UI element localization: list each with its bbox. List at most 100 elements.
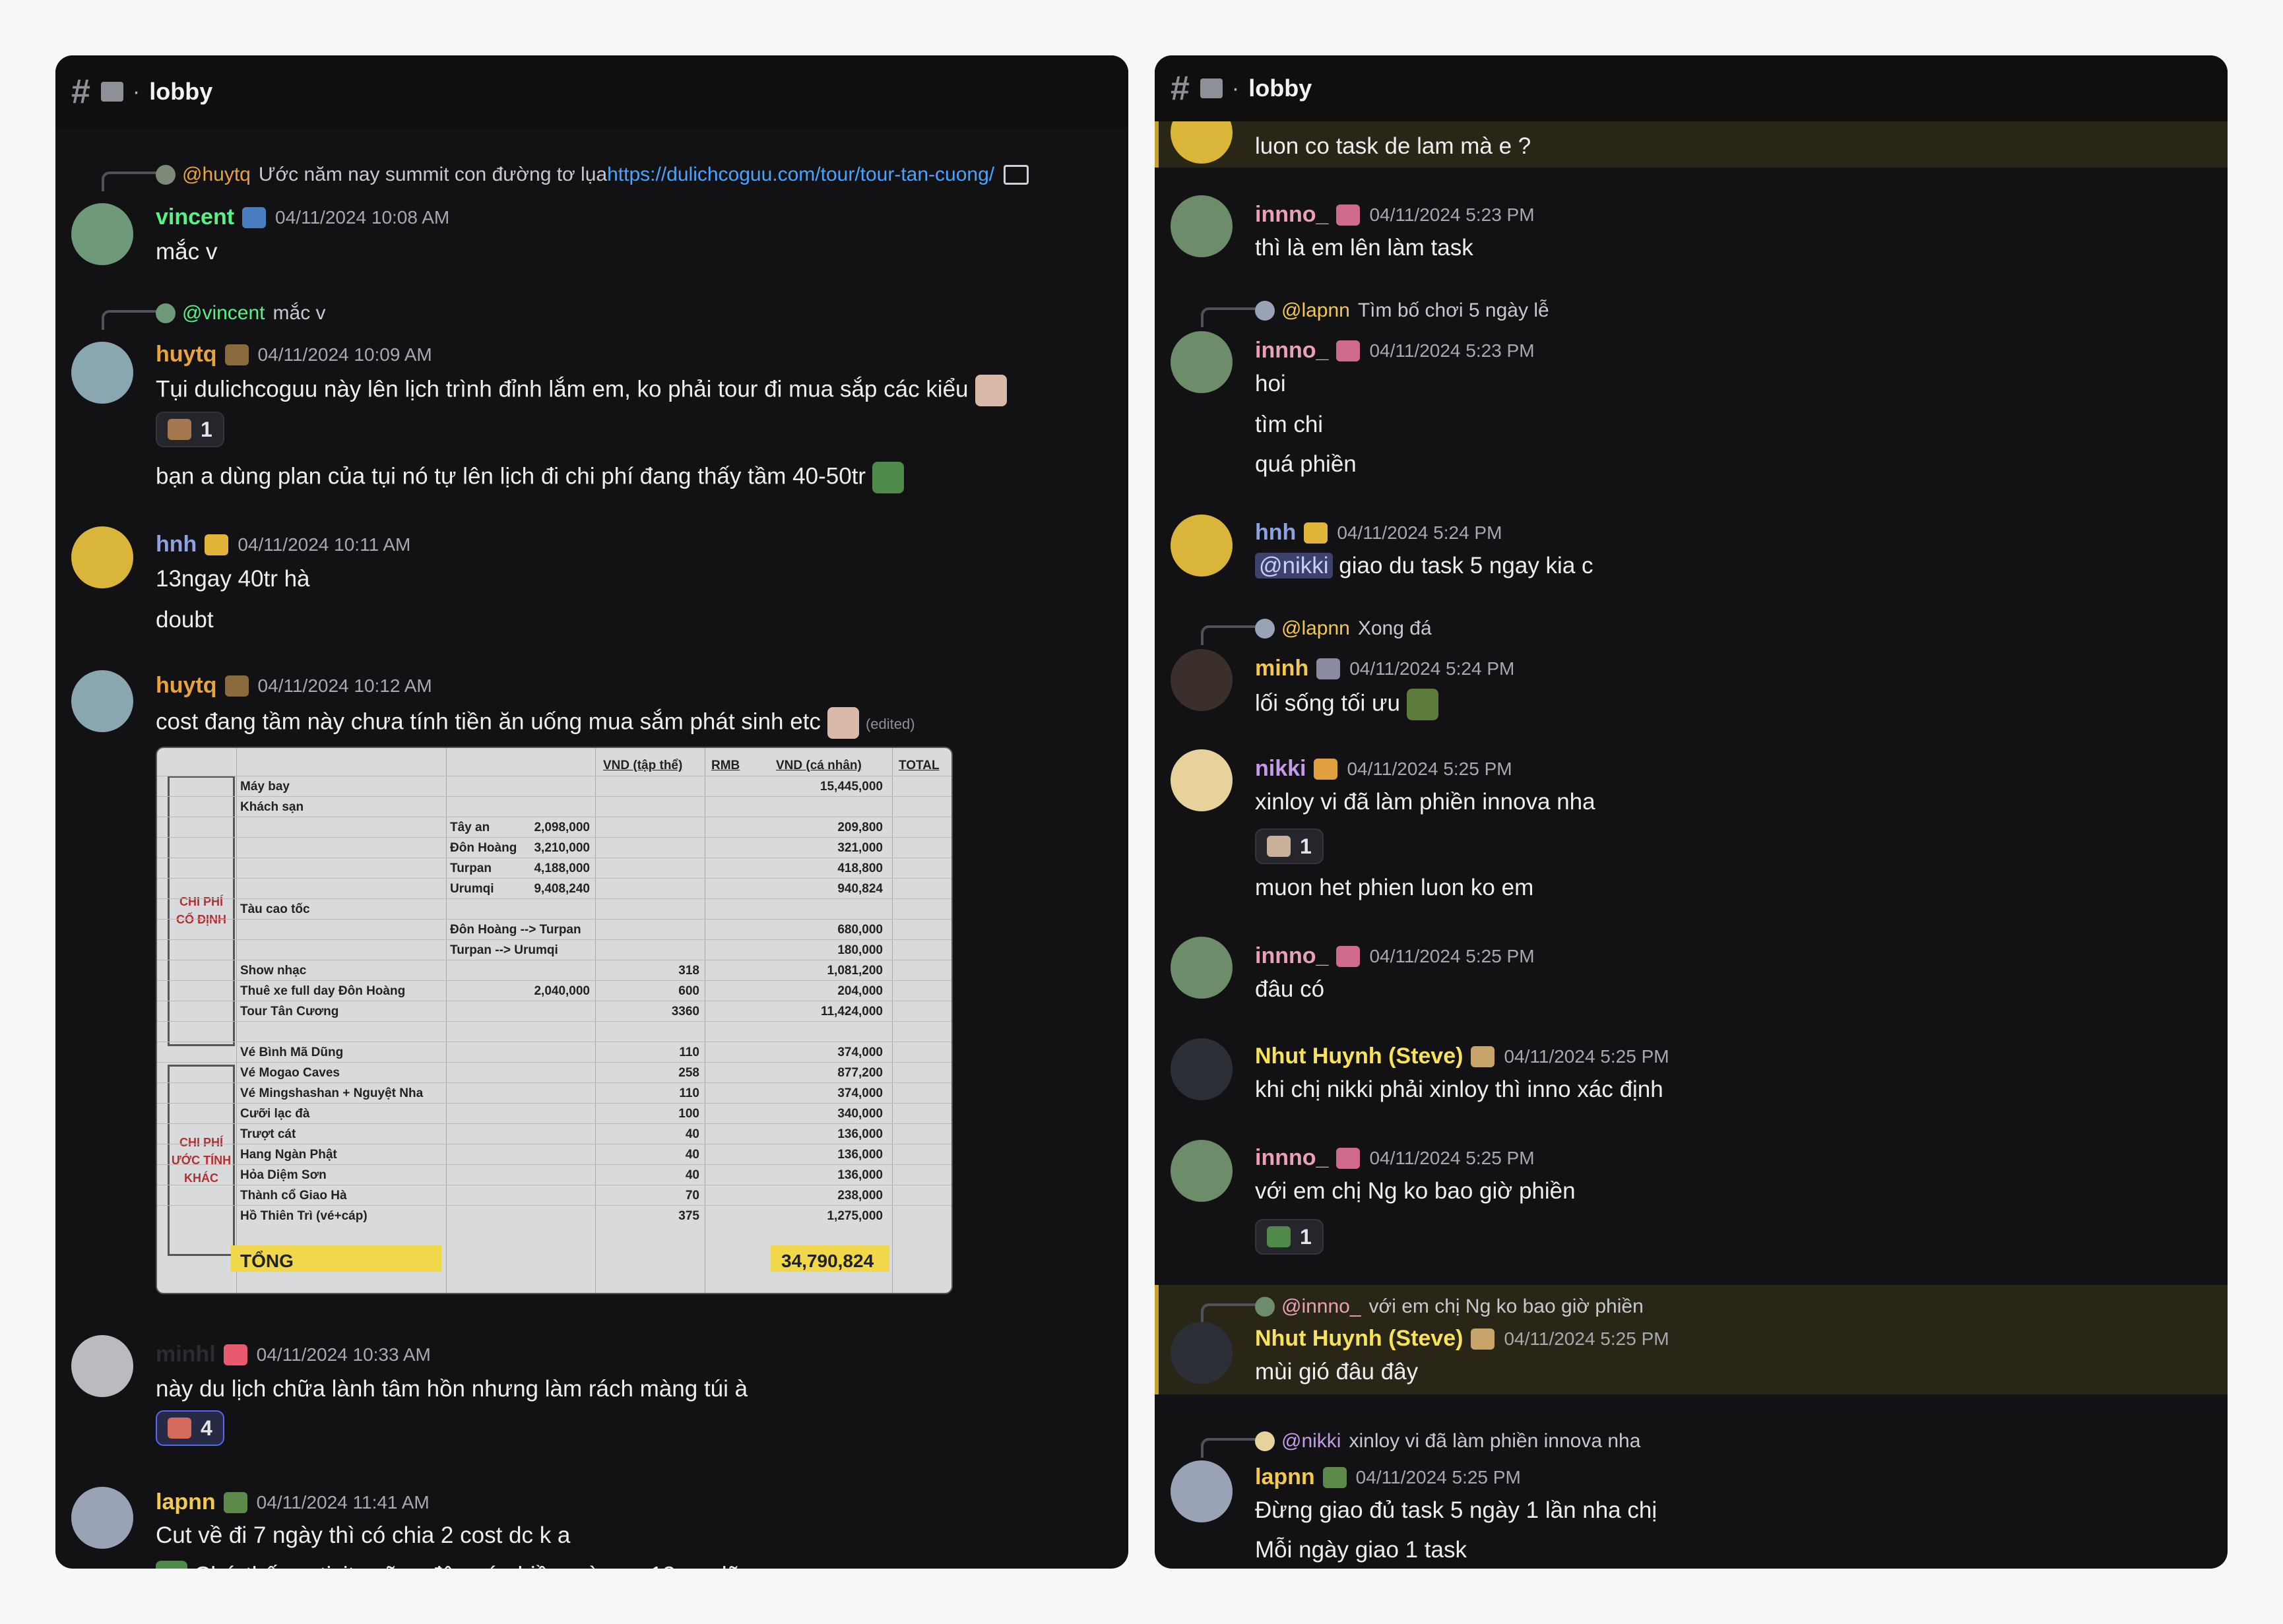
sheet-row: Tour Tân Cương 3360 11,424,000 [157,1001,951,1021]
username[interactable]: nikki [1255,756,1306,782]
attachment-image-spreadsheet[interactable]: VND (tập thể) RMB VND (cá nhân) TOTAL CH… [156,747,953,1294]
total-value: 34,790,824 [781,1251,874,1271]
emoji-icon [827,707,859,739]
avatar[interactable] [1171,515,1233,577]
role-icon [223,1491,247,1513]
username[interactable]: Nhut Huynh (Steve) [1255,1044,1463,1069]
avatar[interactable] [1171,937,1233,999]
reaction-button[interactable]: 1 [156,412,224,447]
sheet-cell: 40 [685,1168,699,1182]
username[interactable]: Nhut Huynh (Steve) [1255,1326,1463,1352]
message-header: nikki 04/11/2024 5:25 PM [1255,756,1512,782]
username[interactable]: innno_ [1255,202,1328,228]
username[interactable]: vincent [156,204,234,230]
username[interactable]: innno_ [1255,943,1328,969]
username[interactable]: innno_ [1255,1145,1328,1171]
timestamp: 04/11/2024 10:12 AM [257,675,432,696]
role-icon [1471,1328,1495,1350]
reply-avatar [1255,1297,1275,1317]
avatar[interactable] [71,203,133,265]
channel-name[interactable]: lobby [1248,75,1312,102]
username[interactable]: minhl [156,1342,216,1367]
sheet-cell: 375 [678,1209,699,1223]
thread-hash-icon: # [1171,69,1190,108]
avatar[interactable] [1171,1038,1233,1100]
username[interactable]: lapnn [156,1489,216,1515]
reply-preview[interactable]: @lapnn Tìm bố chơi 5 ngày lễ [1255,299,1549,322]
sheet-row: Urumqi 9,408,240 940,824 [157,878,951,898]
timestamp: 04/11/2024 5:25 PM [1347,758,1512,779]
channel-name[interactable]: lobby [149,78,212,106]
avatar[interactable] [1171,195,1233,257]
message-text: muon het phien luon ko em [1255,875,1534,900]
message-text: lối sống tối ưu [1255,689,1438,720]
reply-username[interactable]: @innno_ [1281,1296,1361,1318]
reply-username[interactable]: @vincent [182,302,265,325]
reaction-button[interactable]: 1 [1255,828,1324,864]
username[interactable]: huytq [156,673,217,699]
role-icon [224,344,249,365]
avatar[interactable] [1171,649,1233,711]
sheet-cell: 374,000 [837,1046,883,1059]
reply-username[interactable]: @huytq [182,164,251,186]
sheet-cell: Vé Mingshashan + Nguyệt Nha [240,1086,424,1100]
sheet-row: Hang Ngàn Phật 40 136,000 [157,1144,951,1164]
username[interactable]: hnh [1255,520,1296,546]
reply-avatar [1255,619,1275,639]
sheet-cell: Hang Ngàn Phật [240,1148,337,1162]
avatar[interactable] [1171,1460,1233,1522]
username[interactable]: lapnn [1255,1464,1315,1490]
reply-username[interactable]: @lapnn [1281,299,1350,322]
avatar[interactable] [1171,331,1233,393]
reply-preview[interactable]: @vincent mắc v [156,302,326,325]
separator-dot: · [132,78,141,104]
username[interactable]: innno_ [1255,338,1328,363]
username[interactable]: minh [1255,656,1308,681]
sheet-cell: 2,040,000 [534,984,590,998]
avatar[interactable] [1171,749,1233,811]
user-mention[interactable]: @nikki [1255,553,1333,578]
sheet-row [157,1021,951,1042]
sheet-row: Thành cổ Giao Hà 70 238,000 [157,1185,951,1205]
role-icon [242,206,267,228]
sheet-cell: Trượt cát [240,1127,296,1141]
message-header: Nhut Huynh (Steve) 04/11/2024 5:25 PM [1255,1044,1669,1069]
message-header: minh 04/11/2024 5:24 PM [1255,656,1514,681]
timestamp: 04/11/2024 5:25 PM [1504,1328,1669,1349]
reply-link[interactable]: https://dulichcoguu.com/tour/tour-tan-cu… [607,164,994,186]
reaction-button[interactable]: 4 [156,1410,224,1446]
reaction-button[interactable]: 1 [1255,1219,1324,1255]
avatar[interactable] [1171,1322,1233,1384]
message-text: này du lịch chữa lành tâm hồn nhưng làm … [156,1376,748,1402]
avatar[interactable] [71,526,133,588]
username[interactable]: hnh [156,532,197,557]
timestamp: 04/11/2024 5:23 PM [1369,204,1535,225]
avatar[interactable] [71,1487,133,1549]
username[interactable]: huytq [156,342,217,367]
reply-preview[interactable]: @huytq Ước năm nay summit con đường tơ l… [156,164,1029,186]
sheet-row: Thuê xe full day Đôn Hoàng 2,040,000 600 20… [157,980,951,1001]
role-icon [1471,1046,1495,1067]
timestamp: 04/11/2024 5:24 PM [1337,522,1502,543]
avatar[interactable] [71,342,133,404]
message-list[interactable]: @huytq Ước năm nay summit con đường tơ l… [55,128,1128,1569]
reply-preview[interactable]: @nikki xinloy vi đã làm phiền innova nha [1255,1430,1640,1452]
left-chat-panel: # · lobby @huytq Ước năm nay summit con … [55,55,1128,1569]
reply-username[interactable]: @lapnn [1281,617,1350,640]
avatar[interactable] [1171,1140,1233,1202]
message-header: vincent 04/11/2024 10:08 AM [156,204,449,230]
reply-username[interactable]: @nikki [1281,1430,1341,1452]
sheet-cell: Đôn Hoàng [450,841,517,855]
reply-preview[interactable]: @lapnn Xong đá [1255,617,1432,640]
avatar[interactable] [71,670,133,732]
reply-preview[interactable]: @innno_ với em chị Ng ko bao giờ phiền [1255,1296,1644,1318]
message-text: xinloy vi đã làm phiền innova nha [1255,789,1595,815]
channel-header: # · lobby [55,55,1128,128]
sheet-cell: 11,424,000 [820,1005,883,1018]
message-text: luon co task de lam mà e ? [1255,133,1531,159]
message-text: mùi gió đâu đây [1255,1359,1419,1385]
timestamp: 04/11/2024 11:41 AM [256,1491,430,1513]
message-text: cost đang tầm này chưa tính tiền ăn uống… [156,707,915,739]
message-list[interactable]: luon co task de lam mà e ? innno_ 04/11/… [1155,121,2228,1569]
avatar[interactable] [71,1335,133,1397]
